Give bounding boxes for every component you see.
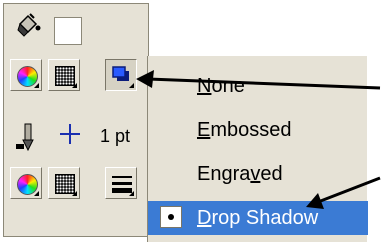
annotation-arrow-to-drop-shadow (306, 176, 381, 209)
annotation-arrow-to-effects-button (136, 70, 381, 90)
annotation-arrows (136, 70, 381, 209)
